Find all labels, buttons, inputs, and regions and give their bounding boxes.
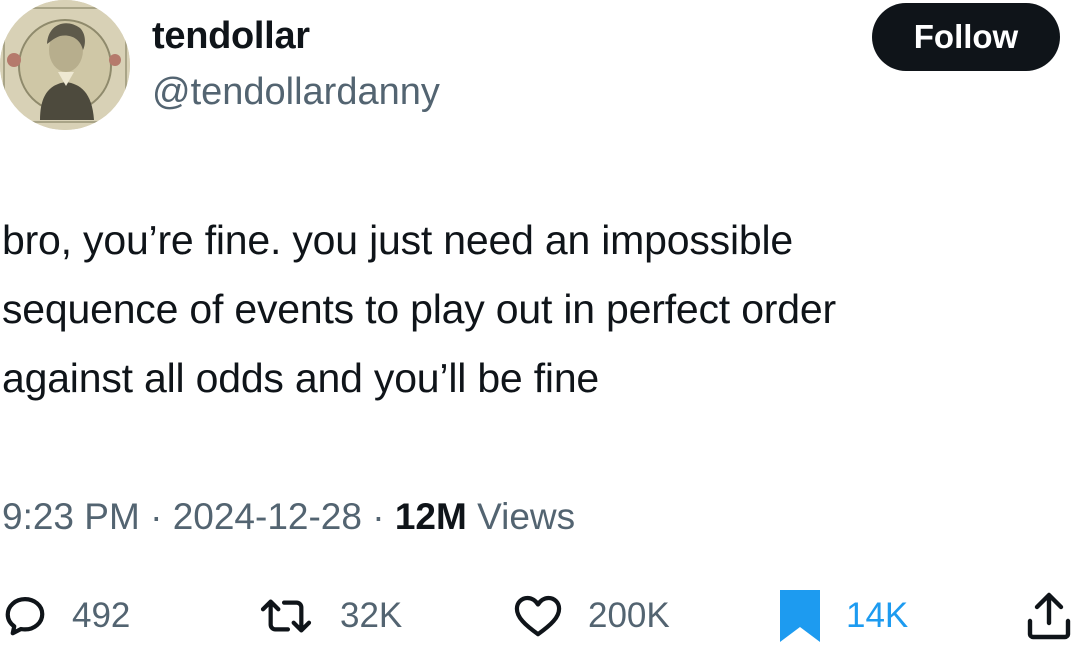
reply-button[interactable]: 492 [2,586,130,646]
follow-button[interactable]: Follow [872,3,1060,71]
bookmark-icon [780,590,820,642]
repost-button[interactable]: 32K [256,586,402,646]
meta-separator: · [139,496,173,537]
bookmark-count: 14K [846,596,909,635]
views-count: 12M [394,496,467,537]
reply-count: 492 [72,596,131,635]
share-icon [1027,592,1071,640]
heart-icon [514,595,562,637]
display-name[interactable]: tendollar [152,14,310,58]
tweet-meta: 9:23 PM · 2024-12-28 · 12M Views [2,494,575,540]
repost-count: 32K [340,596,403,635]
avatar[interactable]: 2A [0,0,130,130]
tweet-text: bro, you’re fine. you just need an impos… [2,217,836,401]
tweet-date[interactable]: 2024-12-28 [173,496,362,537]
share-button[interactable] [1026,586,1072,646]
bookmark-button[interactable]: 14K [778,586,908,646]
views-label: Views [477,496,576,537]
meta-separator: · [361,496,395,537]
repost-icon [260,599,312,633]
like-button[interactable]: 200K [512,586,670,646]
svg-text:2A: 2A [6,11,19,21]
like-count: 200K [588,596,670,635]
ten-dollar-bill-portrait-icon: 2A [0,0,130,130]
reply-icon [5,597,45,636]
user-handle[interactable]: @tendollardanny [152,70,440,114]
tweet-time[interactable]: 9:23 PM [2,496,140,537]
